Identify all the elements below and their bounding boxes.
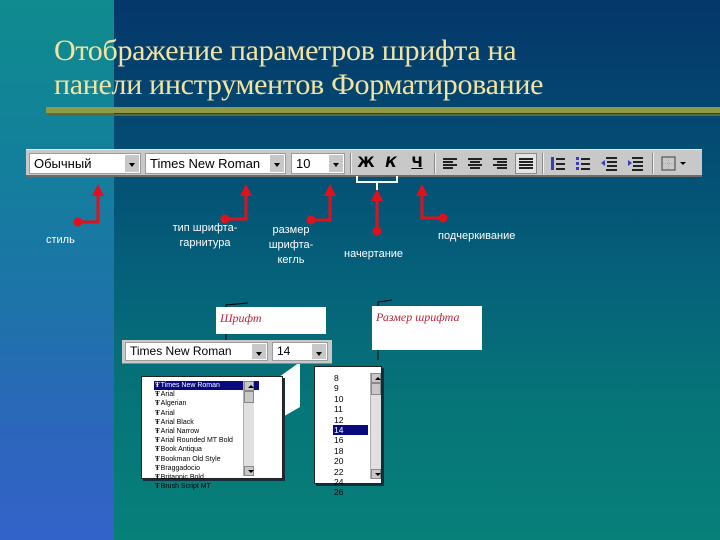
label-style: стиль — [46, 234, 75, 246]
truetype-icon: Ŧ — [155, 472, 160, 481]
label-font-type: тип шрифта- гарнитура — [165, 221, 245, 251]
truetype-icon: Ŧ — [155, 454, 160, 463]
mini-size-combo[interactable]: 14 — [272, 342, 328, 361]
style-brace — [356, 176, 398, 190]
label-font-type-line2: гарнитура — [179, 237, 231, 249]
size-list-item[interactable]: 8 — [333, 373, 368, 383]
callout-font-size-text: Размер шрифта — [376, 310, 460, 324]
arrow-style — [78, 196, 100, 224]
scroll-down-button[interactable] — [371, 469, 381, 479]
size-list-item[interactable]: 10 — [333, 394, 368, 404]
chevron-down-icon[interactable] — [312, 344, 326, 359]
font-list-item-text: Book Antiqua — [160, 446, 202, 454]
truetype-icon: Ŧ — [155, 390, 160, 399]
font-list-item-text: Arial — [160, 391, 175, 399]
label-font-size: размер шрифта- кегль — [266, 223, 316, 268]
mini-size-value: 14 — [277, 344, 291, 358]
size-list-item[interactable]: 12 — [333, 415, 368, 425]
truetype-icon: Ŧ — [155, 417, 160, 426]
font-list-item[interactable]: ŦBrush Script MT — [154, 482, 259, 491]
arrow-underline — [420, 196, 443, 220]
size-list-item[interactable]: 20 — [333, 456, 368, 466]
truetype-icon: Ŧ — [155, 399, 160, 408]
font-list-item-text: Britannic Bold — [160, 473, 204, 481]
scroll-thumb[interactable] — [371, 383, 381, 395]
size-list-item[interactable]: 14 — [333, 424, 368, 436]
font-list-scrollbar[interactable] — [243, 381, 254, 476]
size-listbox[interactable]: 8 9 10 11 12 14 16 18 20 22 24 26 — [333, 373, 371, 497]
font-list-item-text: Bookman Old Style — [160, 455, 221, 463]
scroll-thumb[interactable] — [244, 391, 254, 403]
callout-font-text: Шрифт — [220, 311, 262, 325]
scroll-up-button[interactable] — [371, 373, 381, 383]
arrow-font-size — [311, 196, 332, 222]
size-items: 8 9 10 11 12 14 16 18 20 22 24 26 — [333, 373, 371, 498]
size-list-scrollbar[interactable] — [370, 373, 381, 479]
size-list-item[interactable]: 9 — [333, 383, 368, 393]
truetype-icon: Ŧ — [155, 408, 160, 417]
size-list-item[interactable]: 24 — [333, 477, 368, 487]
font-list-item-text: Braggadocio — [160, 464, 200, 472]
font-list-item-text: Arial Rounded MT Bold — [160, 437, 233, 445]
scroll-up-button[interactable] — [244, 381, 254, 391]
font-list-panel: ŦTimes New Roman ŦArial ŦAlgerian ŦArial ŦA… — [141, 376, 283, 490]
size-list-item[interactable]: 22 — [333, 467, 368, 477]
font-list-item-text: Arial Black — [160, 418, 194, 426]
size-list-item[interactable]: 16 — [333, 435, 368, 445]
mini-font-value: Times New Roman — [130, 344, 232, 358]
truetype-icon: Ŧ — [155, 445, 160, 454]
label-underline: подчеркивание — [438, 230, 516, 242]
callout-font: Шрифт — [216, 307, 326, 334]
truetype-icon: Ŧ — [155, 463, 160, 472]
chevron-down-icon[interactable] — [252, 344, 266, 359]
label-font-size-line1: размер — [272, 224, 310, 236]
label-typeface: начертание — [344, 248, 404, 260]
font-list-item-text: Algerian — [160, 400, 187, 408]
label-font-size-line3: кегль — [277, 254, 305, 266]
size-list-item[interactable]: 18 — [333, 446, 368, 456]
font-list-item-text: Arial — [160, 409, 175, 417]
truetype-icon: Ŧ — [155, 482, 160, 491]
truetype-icon: Ŧ — [155, 381, 160, 389]
font-list-header-text: Times New Roman — [160, 382, 220, 389]
size-list-panel: 8 9 10 11 12 14 16 18 20 22 24 26 — [314, 366, 382, 497]
scroll-down-button[interactable] — [244, 466, 254, 476]
font-list-item-text: Arial Narrow — [160, 427, 200, 435]
size-list-item[interactable]: 26 — [333, 487, 368, 497]
label-font-size-line2: шрифта- — [268, 239, 314, 251]
mini-formatting-toolbar: Times New Roman 14 — [122, 340, 332, 364]
arrow-font-type — [225, 196, 248, 221]
mini-font-combo[interactable]: Times New Roman — [125, 342, 268, 361]
truetype-icon: Ŧ — [155, 426, 160, 435]
font-list-item-text: Brush Script MT — [160, 483, 211, 491]
label-font-type-line1: тип шрифта- — [172, 222, 238, 234]
size-list-item[interactable]: 11 — [333, 404, 368, 414]
truetype-icon: Ŧ — [155, 436, 160, 445]
callout-font-size: Размер шрифта — [372, 306, 482, 350]
